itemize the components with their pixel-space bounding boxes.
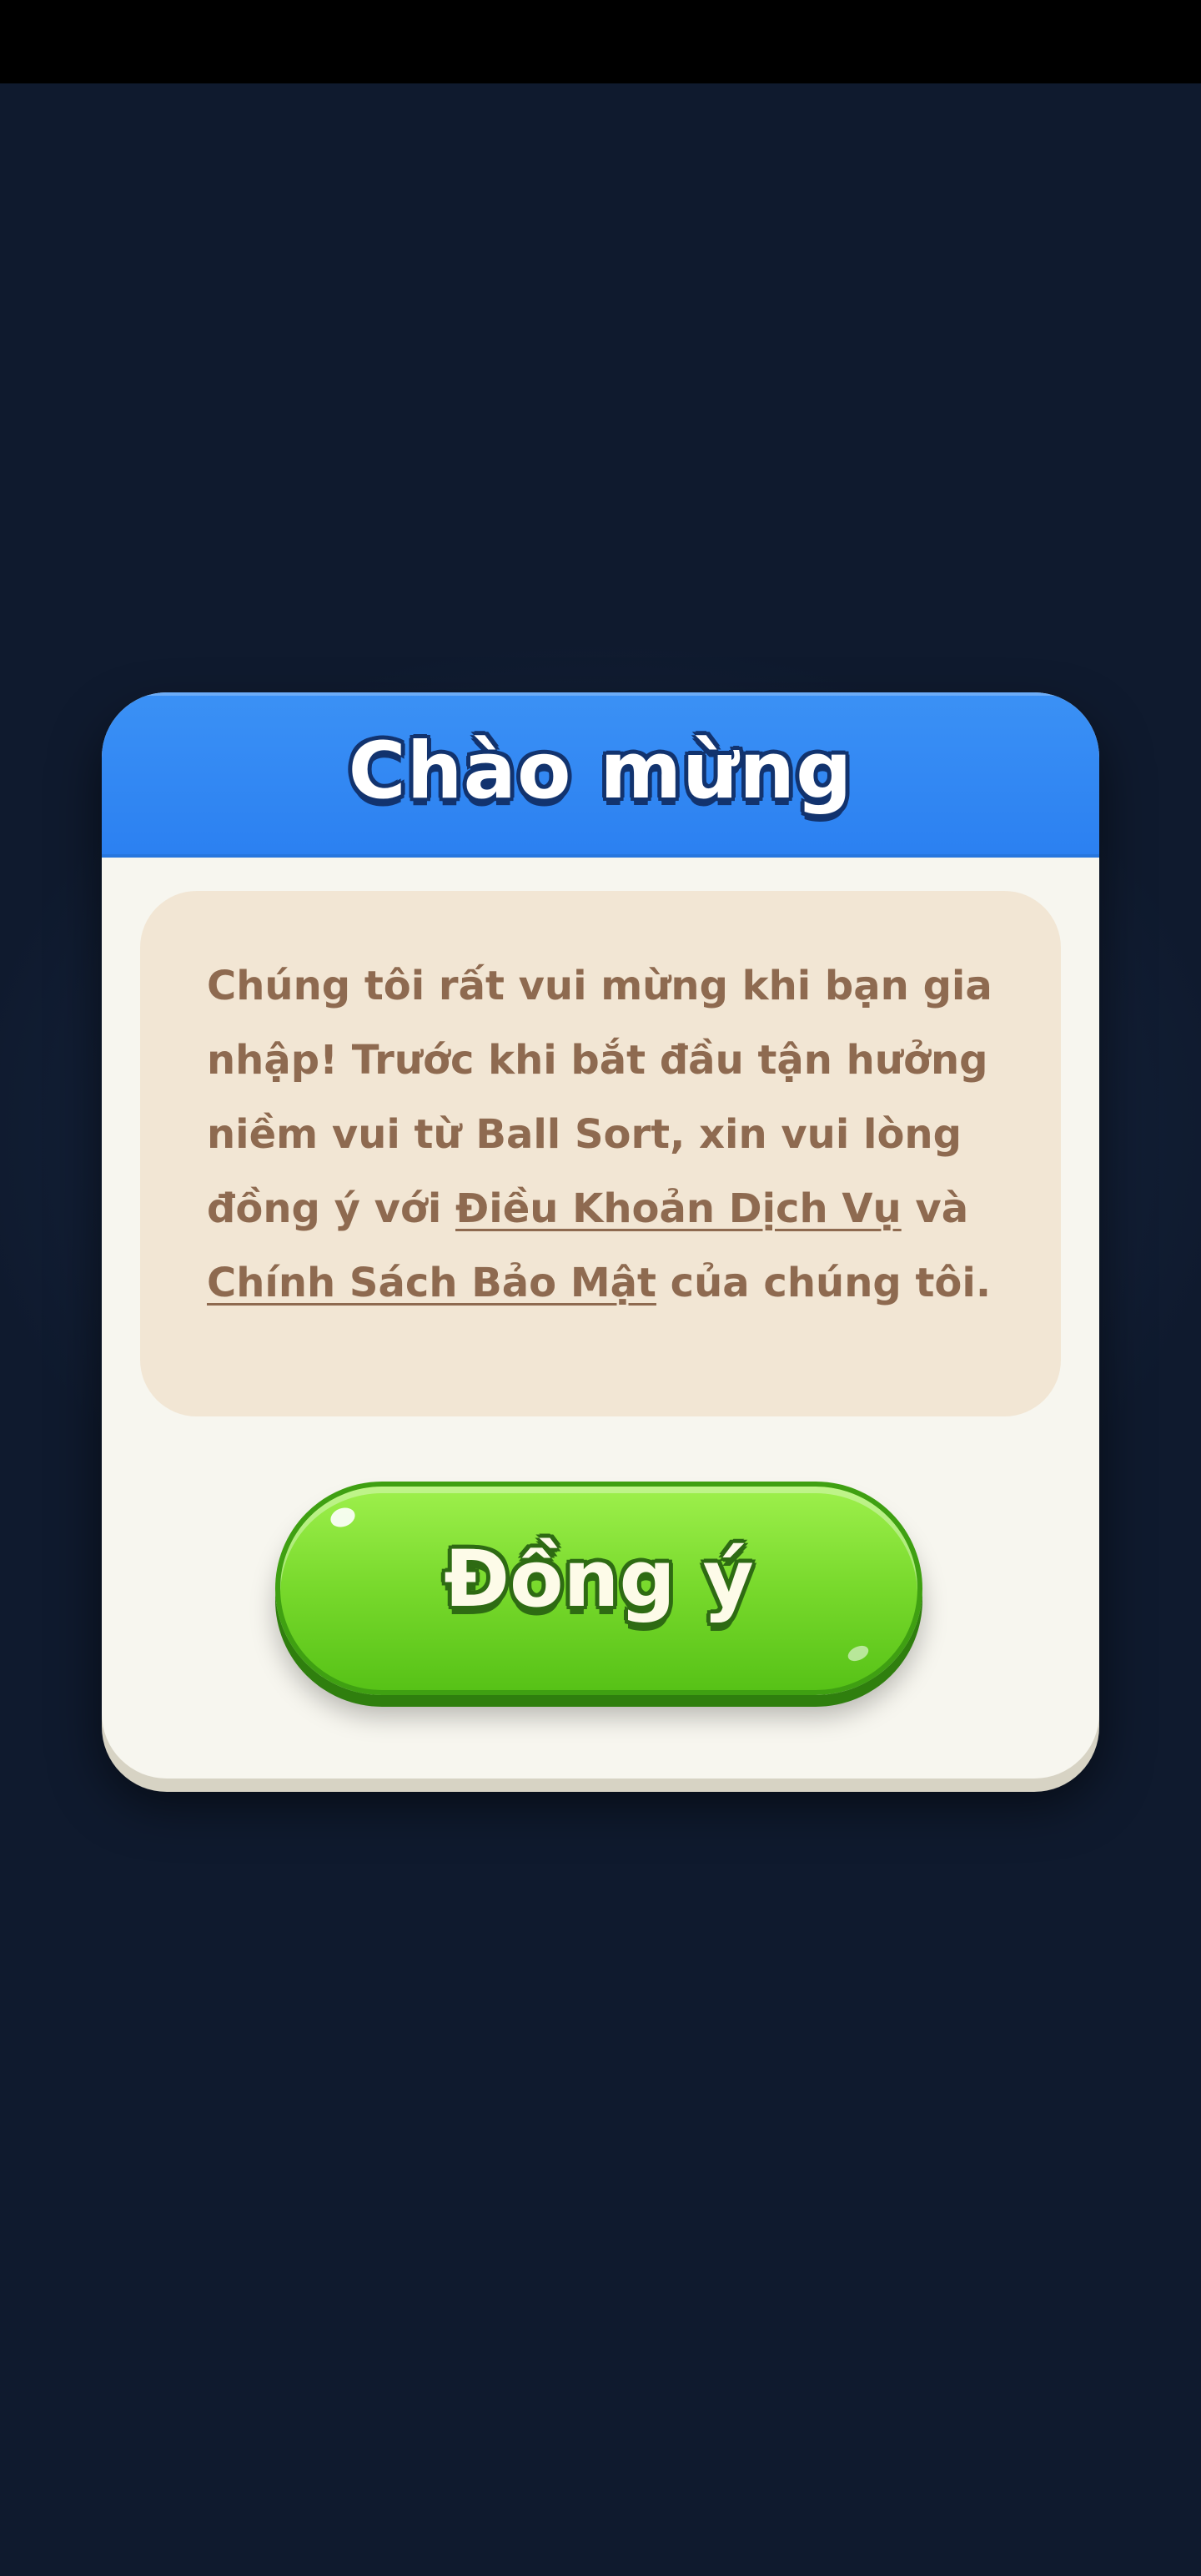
dialog-title: Chào mừng — [348, 726, 853, 817]
message-box: Chúng tôi rất vui mừng khi bạn gia nhập!… — [140, 891, 1061, 1416]
message-text-middle: và — [901, 1185, 969, 1232]
terms-of-service-link[interactable]: Điều Khoản Dịch Vụ — [455, 1185, 902, 1232]
dialog-header: Chào mừng — [102, 692, 1099, 858]
welcome-dialog: Chào mừng Chúng tôi rất vui mừng khi bạn… — [102, 692, 1099, 1779]
privacy-policy-link[interactable]: Chính Sách Bảo Mật — [207, 1260, 656, 1306]
status-bar — [0, 0, 1201, 83]
agree-button[interactable]: Đồng ý — [275, 1482, 922, 1695]
agree-button-label: Đồng ý — [444, 1534, 754, 1625]
welcome-message: Chúng tôi rất vui mừng khi bạn gia nhập!… — [207, 949, 1008, 1321]
button-shine-highlight-small — [845, 1643, 872, 1664]
button-shine-highlight — [328, 1504, 358, 1531]
message-text-after: của chúng tôi. — [656, 1260, 992, 1306]
